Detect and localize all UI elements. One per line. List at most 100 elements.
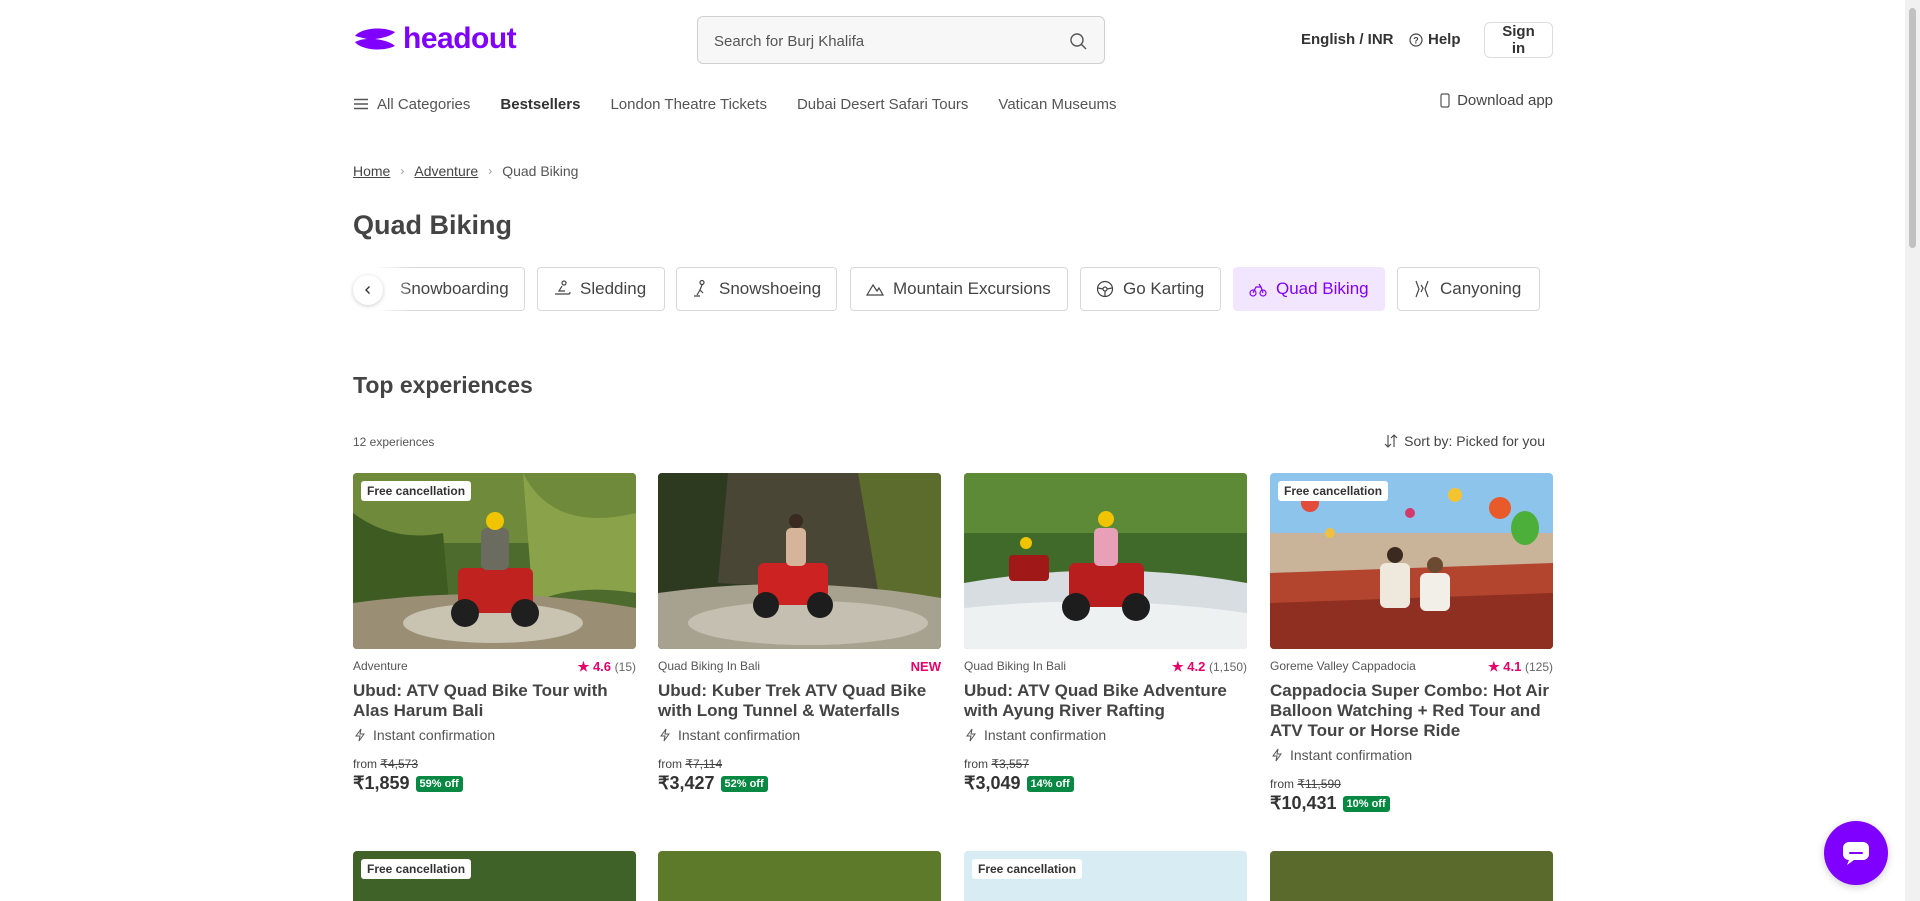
- help-label: Help: [1428, 31, 1461, 48]
- card-title[interactable]: Ubud: Kuber Trek ATV Quad Bike with Long…: [658, 681, 941, 721]
- quad-bike-icon: [1249, 283, 1267, 297]
- atv-tunnel-photo: [658, 473, 941, 649]
- nav-london-theatre[interactable]: London Theatre Tickets: [610, 96, 767, 113]
- canyoning-icon: [1415, 280, 1429, 298]
- page-title: Quad Biking: [353, 210, 513, 240]
- nav-bestsellers[interactable]: Bestsellers: [500, 96, 580, 113]
- nav-item-label: All Categories: [377, 95, 471, 113]
- nav-vatican-museums[interactable]: Vatican Museums: [998, 96, 1116, 113]
- experience-image[interactable]: Free cancellation: [353, 473, 636, 649]
- rating-count: (15): [614, 660, 636, 674]
- card-rating: ★ 4.6 (15): [578, 659, 636, 675]
- chip-snowshoeing[interactable]: Snowshoeing: [676, 267, 837, 311]
- chip-go-karting[interactable]: Go Karting: [1080, 267, 1221, 311]
- page-scrollbar[interactable]: [1905, 0, 1920, 901]
- chip-label: Mountain Excursions: [893, 279, 1051, 298]
- price-row: ₹1,859 59% off: [353, 773, 636, 794]
- headout-logo-icon: [355, 28, 395, 50]
- chip-label: Snowboarding: [400, 279, 509, 298]
- menu-icon: [354, 98, 368, 110]
- new-badge: NEW: [910, 659, 941, 674]
- rating-value: 4.6: [592, 659, 612, 674]
- price-row: ₹3,427 52% off: [658, 773, 941, 794]
- rating-count: (125): [1524, 660, 1553, 674]
- instant-confirmation: Instant confirmation: [353, 727, 636, 743]
- instant-label: Instant confirmation: [984, 727, 1107, 743]
- search-input[interactable]: [714, 30, 1054, 52]
- instant-confirmation: Instant confirmation: [1270, 747, 1553, 763]
- download-app-link[interactable]: Download app: [1440, 92, 1553, 109]
- chat-button[interactable]: [1824, 821, 1888, 885]
- experience-card[interactable]: Free cancellation Adventure ★ 4.6 (15) U…: [353, 473, 636, 794]
- instant-label: Instant confirmation: [678, 727, 801, 743]
- experience-card-partial[interactable]: Free cancellation: [964, 851, 1247, 901]
- logo[interactable]: headout: [353, 22, 517, 56]
- star-icon: ★: [577, 659, 590, 674]
- sign-in-button[interactable]: Sign in: [1484, 22, 1553, 58]
- discount-badge: 14% off: [1026, 775, 1074, 792]
- card-rating: ★ 4.1 (125): [1488, 659, 1553, 675]
- from-price: from ₹3,557: [964, 757, 1247, 771]
- experience-image[interactable]: [658, 473, 941, 649]
- help-link[interactable]: ? Help: [1409, 31, 1461, 48]
- sledding-icon: [555, 280, 571, 295]
- chat-icon: [1843, 842, 1869, 865]
- instant-confirmation: Instant confirmation: [964, 727, 1247, 743]
- instant-label: Instant confirmation: [1290, 747, 1413, 763]
- card-meta: Goreme Valley Cappadocia ★ 4.1 (125): [1270, 659, 1553, 675]
- chevron-right-icon: ›: [488, 164, 493, 178]
- sort-label: Sort by: Picked for you: [1404, 433, 1545, 449]
- chip-label: Snowshoeing: [719, 279, 822, 298]
- breadcrumb: Home › Adventure › Quad Biking: [353, 163, 578, 179]
- chip-label: Canyoning: [1440, 279, 1522, 298]
- price-row: ₹10,431 10% off: [1270, 793, 1553, 814]
- free-cancellation-badge: Free cancellation: [361, 859, 472, 879]
- language-currency-selector[interactable]: English / INR: [1301, 31, 1394, 48]
- breadcrumb-adventure[interactable]: Adventure: [414, 163, 478, 179]
- current-price: ₹10,431: [1270, 793, 1337, 813]
- experience-image[interactable]: [964, 473, 1247, 649]
- chip-canyoning[interactable]: Canyoning: [1397, 267, 1540, 311]
- experience-card-partial[interactable]: Free cancellation: [353, 851, 636, 901]
- download-app-label: Download app: [1457, 92, 1553, 109]
- chips-prev-button[interactable]: [353, 275, 383, 305]
- card-title[interactable]: Cappadocia Super Combo: Hot Air Balloon …: [1270, 681, 1553, 741]
- experience-card-partial[interactable]: [1270, 851, 1553, 901]
- chip-label: Quad Biking: [1276, 279, 1369, 298]
- rating-value: 4.1: [1503, 659, 1522, 674]
- free-cancellation-badge: Free cancellation: [972, 859, 1083, 879]
- help-icon: ?: [1409, 32, 1423, 47]
- card-title[interactable]: Ubud: ATV Quad Bike Adventure with Ayung…: [964, 681, 1247, 721]
- chip-label: Sledding: [580, 279, 647, 298]
- card-category: Quad Biking In Bali: [658, 659, 761, 673]
- free-cancellation-badge: Free cancellation: [361, 481, 472, 501]
- experience-count: 12 experiences: [353, 435, 435, 449]
- current-price: ₹3,049: [964, 773, 1021, 793]
- category-nav: All Categories Bestsellers London Theatr…: [353, 92, 1147, 116]
- card-rating: ★ 4.2 (1,150): [1172, 659, 1247, 675]
- chip-quad-biking[interactable]: Quad Biking: [1233, 267, 1385, 311]
- card-title[interactable]: Ubud: ATV Quad Bike Tour with Alas Harum…: [353, 681, 636, 721]
- experience-card[interactable]: Free cancellation Goreme Valley Cappadoc…: [1270, 473, 1553, 814]
- experience-image[interactable]: Free cancellation: [1270, 473, 1553, 649]
- nav-dubai-desert-safari[interactable]: Dubai Desert Safari Tours: [797, 96, 968, 113]
- chip-mountain-excursions[interactable]: Mountain Excursions: [850, 267, 1068, 311]
- scrollbar-thumb[interactable]: [1909, 8, 1916, 248]
- discount-badge: 59% off: [415, 775, 463, 792]
- card-meta: Quad Biking In Bali NEW: [658, 659, 941, 675]
- instant-label: Instant confirmation: [373, 727, 496, 743]
- experience-card-partial[interactable]: [658, 851, 941, 901]
- search-icon[interactable]: [1068, 31, 1088, 51]
- chip-sledding[interactable]: Sledding: [537, 267, 665, 311]
- search-box[interactable]: [697, 16, 1105, 64]
- experience-card[interactable]: Quad Biking In Bali NEW Ubud: Kuber Trek…: [658, 473, 941, 794]
- experience-card[interactable]: Quad Biking In Bali ★ 4.2 (1,150) Ubud: …: [964, 473, 1247, 794]
- sort-dropdown[interactable]: Sort by: Picked for you: [1384, 433, 1545, 449]
- discount-badge: 10% off: [1342, 795, 1390, 812]
- breadcrumb-home[interactable]: Home: [353, 163, 390, 179]
- free-cancellation-badge: Free cancellation: [1278, 481, 1389, 501]
- section-title: Top experiences: [353, 372, 533, 398]
- from-price: from ₹11,590: [1270, 777, 1553, 791]
- nav-all-categories[interactable]: All Categories: [353, 96, 470, 113]
- price-row: ₹3,049 14% off: [964, 773, 1247, 794]
